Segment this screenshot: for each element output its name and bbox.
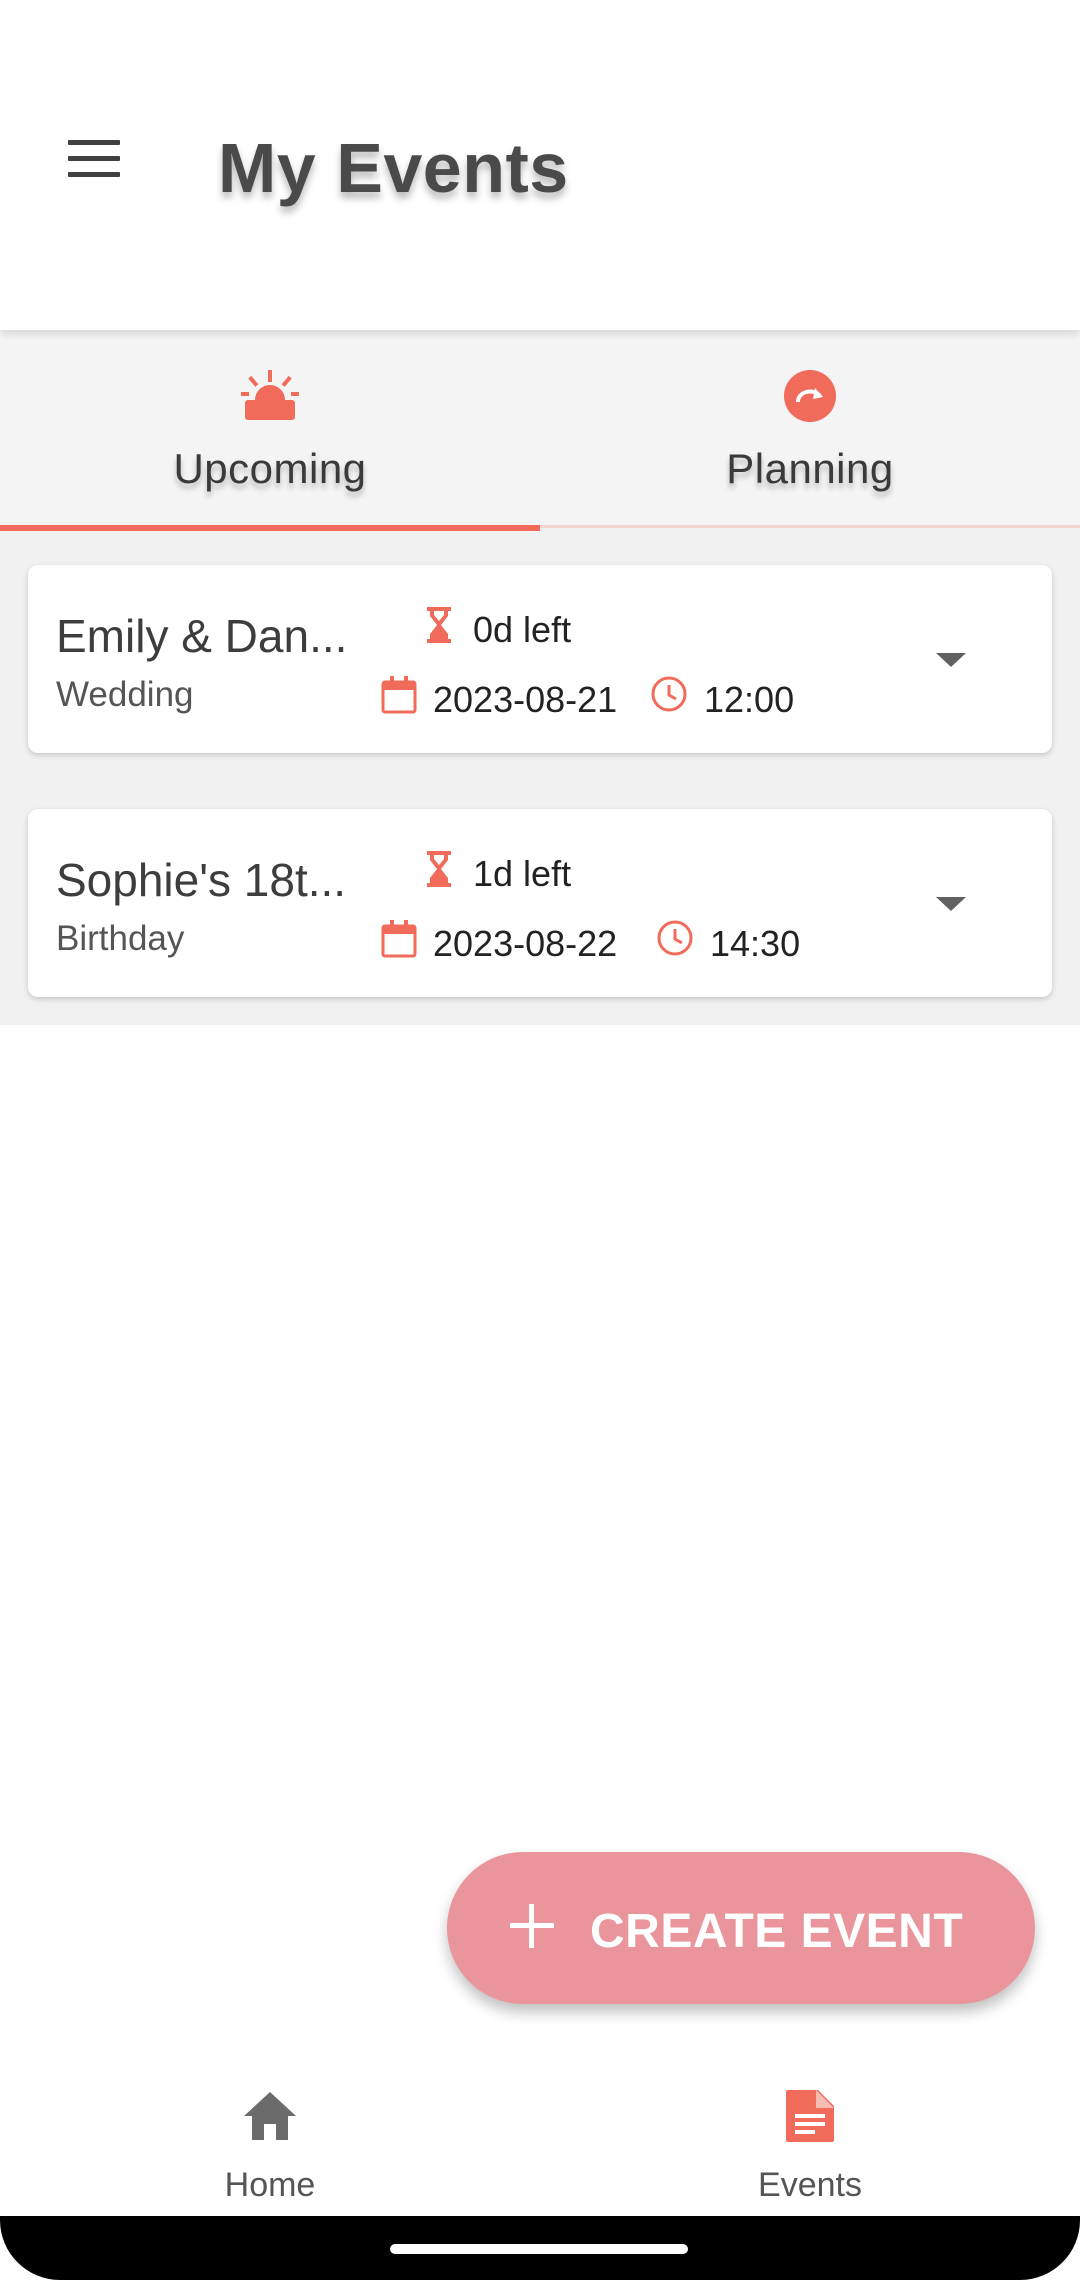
nav-item-events[interactable]: Events [540,2040,1080,2216]
tab-upcoming[interactable]: Upcoming [0,330,540,531]
tab-indicator [0,525,540,531]
event-list: Emily & Dan... Wedding 0d left 2023-08-2… [0,528,1080,1025]
tab-label: Planning [726,445,894,492]
nav-label: Home [224,2166,316,2204]
time-left: 0d left [473,609,572,650]
home-icon [244,2092,296,2140]
tab-bar: Upcoming Planning [0,330,1080,531]
chevron-down-icon[interactable] [926,889,976,919]
system-gesture-bar [0,2216,1080,2280]
calendar-icon [381,920,417,958]
create-event-label: CREATE EVENT [590,1905,964,1958]
time-left: 1d left [473,853,572,894]
calendar-icon [381,676,417,714]
hourglass-icon [427,851,451,887]
chevron-down-icon[interactable] [926,645,976,675]
clock-icon [657,920,693,956]
event-type: Wedding [56,675,194,714]
hourglass-icon [427,607,451,643]
nav-item-home[interactable]: Home [0,2040,540,2216]
event-type: Birthday [56,919,185,958]
alarm-light-icon [241,370,299,420]
event-name: Sophie's 18t... [56,854,347,906]
home-gesture-handle[interactable] [390,2244,688,2254]
clock-icon [651,676,687,712]
tab-label: Upcoming [173,445,367,492]
bottom-nav: Home Events [0,2040,1080,2216]
page-title: My Events [218,129,569,207]
redo-circle-icon [784,370,836,422]
document-icon [786,2090,834,2142]
event-date: 2023-08-22 [433,923,618,964]
nav-label: Events [758,2166,862,2204]
event-time: 12:00 [704,679,795,720]
create-event-button[interactable]: CREATE EVENT [447,1852,1035,2004]
event-card[interactable]: Emily & Dan... Wedding 0d left 2023-08-2… [28,565,1052,753]
event-time: 14:30 [710,923,801,964]
event-name: Emily & Dan... [56,610,348,662]
plus-icon [510,1904,554,1948]
menu-icon[interactable] [60,140,128,192]
tab-planning[interactable]: Planning [540,330,1080,528]
app-bar: My Events [0,0,1080,330]
event-date: 2023-08-21 [433,679,618,720]
event-card[interactable]: Sophie's 18t... Birthday 1d left 2023-08… [28,809,1052,997]
